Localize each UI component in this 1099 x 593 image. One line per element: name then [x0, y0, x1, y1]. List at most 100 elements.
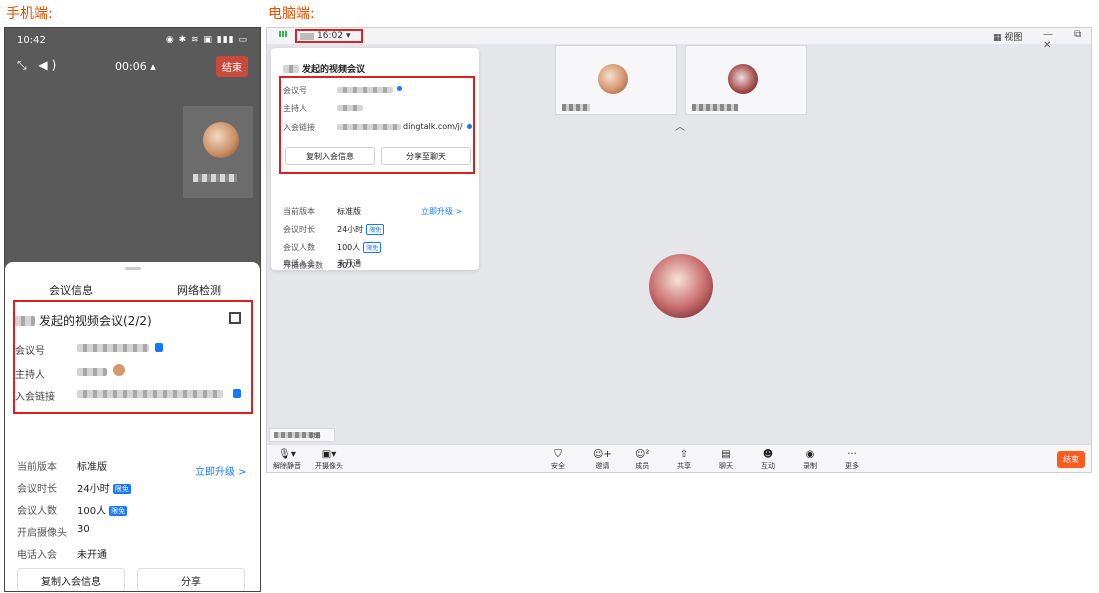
participant-tile[interactable] [183, 106, 253, 198]
members-icon: ☺² [635, 449, 650, 460]
meeting-time-button[interactable]: 16:02 ▾ [295, 29, 363, 43]
info-label: 电话入会 [283, 259, 315, 268]
info-value: 30 [77, 524, 90, 535]
call-timer[interactable]: 00:06 ▴ [115, 60, 156, 73]
meeting-id-label: 会议号 [15, 346, 45, 357]
copy-invite-button[interactable]: 复制入会信息 [285, 147, 375, 165]
window-controls[interactable]: — ⧉ ✕ [1043, 29, 1091, 51]
info-label: 会议时长 [283, 225, 315, 234]
host-name-blurred [15, 315, 35, 326]
meeting-info-sheet: 会议信息 网络检测 发起的视频会议(2/2) 会议号 主持人 入会链接 当前版本… [5, 262, 260, 591]
more-button[interactable]: ··· 更多 [845, 449, 859, 471]
host-value-blurred [77, 368, 107, 376]
upgrade-link[interactable]: 立即升级 > [421, 206, 462, 217]
camera-button[interactable]: ▣▾ 开摄像头 [315, 449, 343, 471]
record-button[interactable]: ◉ 录制 [803, 449, 817, 471]
share-to-chat-button[interactable]: 分享至聊天 [381, 147, 471, 165]
share-screen-button[interactable]: ⇧ 共享 [677, 449, 691, 471]
join-link-blurred [77, 390, 223, 398]
info-label: 会议人数 [17, 506, 57, 517]
status-icons: ◉ ✱ ≋ ▣ ▮▮▮ ▭ [165, 35, 248, 45]
shield-icon: ⛉ [554, 449, 562, 460]
invite-button[interactable]: ☺+ 邀请 [593, 449, 612, 471]
mobile-screen: 10:42 ◉ ✱ ≋ ▣ ▮▮▮ ▭ ⤡ ◀) 00:06 ▴ 结束 会议信息… [4, 27, 261, 592]
view-button[interactable]: ▦ 视图 [993, 30, 1022, 43]
copy-link-icon[interactable] [233, 389, 241, 398]
participant-tile[interactable] [685, 45, 807, 115]
active-speaker-avatar [649, 254, 713, 318]
camera-off-icon: ▣▾ [321, 449, 337, 460]
host-value-blurred [337, 105, 363, 111]
join-link-blurred [337, 124, 401, 130]
host-label: 主持人 [15, 370, 45, 381]
share-screen-icon: ⇧ [679, 449, 689, 460]
host-avatar [113, 364, 125, 376]
mute-button[interactable]: 🎙▾ 解除静音 [273, 449, 301, 471]
info-value: 未开通 [77, 550, 107, 561]
free-badge: 限免 [109, 506, 128, 516]
info-label: 电话入会 [17, 550, 57, 561]
copy-invite-button[interactable]: 复制入会信息 [17, 568, 125, 591]
participant-tile[interactable] [555, 45, 677, 115]
upgrade-link[interactable]: 立即升级 > [195, 463, 247, 478]
chevron-up-icon[interactable]: ︿ [675, 118, 685, 133]
copy-link-icon[interactable] [467, 124, 472, 129]
interact-button[interactable]: ☻ 互动 [761, 449, 775, 471]
end-meeting-button[interactable]: 结束 [1057, 451, 1085, 468]
screenshot-root: 手机端: 电脑端: 10:42 ◉ ✱ ≋ ▣ ▮▮▮ ▭ ⤡ ◀) 00:06… [0, 0, 1099, 593]
mic-off-icon: 🎙▾ [278, 449, 296, 460]
host-label: 主持人 [283, 104, 307, 113]
info-label: 当前版本 [17, 462, 57, 473]
participant-name-blurred [692, 104, 738, 111]
meeting-title: 发起的视频会议(2/2) [15, 312, 152, 329]
security-button[interactable]: ⛉ 安全 [551, 449, 565, 471]
free-badge: 限免 [363, 242, 382, 253]
chat-button[interactable]: ▤ 聊天 [719, 449, 733, 471]
info-value: 未开通 [337, 259, 361, 268]
meeting-id-label: 会议号 [283, 86, 307, 95]
share-button[interactable]: 分享 [137, 568, 245, 591]
sheet-grip[interactable] [125, 267, 141, 270]
end-call-button[interactable]: 结束 [216, 56, 248, 77]
tab-network-check[interactable]: 网络检测 [177, 282, 221, 298]
info-value: 24小时 限免 [337, 224, 385, 235]
info-value: 标准版 [337, 207, 361, 216]
copy-icon[interactable] [155, 343, 163, 352]
host-name-blurred [283, 64, 299, 73]
panel-title: 发起的视频会议 [283, 62, 365, 75]
info-value: 标准版 [77, 462, 107, 473]
participant-name-blurred [193, 174, 237, 182]
join-link-label: 入会链接 [15, 392, 55, 403]
meeting-id-blurred [77, 344, 149, 352]
call-bar: ⤡ ◀) 00:06 ▴ 结束 [5, 52, 260, 80]
meeting-time: 16:02 [317, 31, 343, 41]
meeting-id-blurred [337, 87, 393, 93]
tab-meeting-info[interactable]: 会议信息 [49, 282, 93, 298]
info-label: 开启摄像头 [17, 528, 67, 539]
smile-icon: ☻ [762, 449, 774, 460]
info-label: 当前版本 [283, 207, 315, 216]
signal-icon [279, 31, 287, 37]
status-bar: 10:42 ◉ ✱ ≋ ▣ ▮▮▮ ▭ [5, 28, 260, 52]
more-icon: ··· [847, 449, 857, 460]
desktop-window: 16:02 ▾ ▦ 视图 — ⧉ ✕ 发起的视频会议 会议号 主持人 入会链接 … [266, 27, 1092, 473]
self-tile[interactable]: (我) [269, 428, 335, 442]
chat-icon: ▤ [721, 449, 731, 460]
info-value: 100人 限免 [337, 242, 382, 253]
speaker-icon[interactable]: ⤡ ◀) [17, 58, 60, 73]
meeting-toolbar: 🎙▾ 解除静音 ▣▾ 开摄像头 ⛉ 安全 ☺+ 邀请 ☺² 成员 ⇧ 共享 ▤ 聊天 ☻ 互动 … [267, 444, 1091, 472]
info-label: 会议人数 [283, 243, 315, 252]
panel-title-text: 发起的视频会议 [302, 65, 366, 75]
participant-name-blurred [562, 104, 590, 111]
add-user-icon: ☺+ [593, 449, 612, 460]
status-time: 10:42 [17, 34, 46, 46]
copy-icon[interactable] [397, 86, 402, 91]
title-bar: 16:02 ▾ ▦ 视图 — ⧉ ✕ [267, 28, 1091, 51]
info-value: 100人 限免 [77, 506, 128, 517]
qr-code-icon[interactable] [229, 312, 241, 324]
self-tag: (我) [310, 433, 321, 440]
participant-avatar [203, 122, 239, 158]
members-button[interactable]: ☺² 成员 [635, 449, 649, 471]
info-label: 会议时长 [17, 484, 57, 495]
time-prefix-blurred [300, 32, 314, 40]
